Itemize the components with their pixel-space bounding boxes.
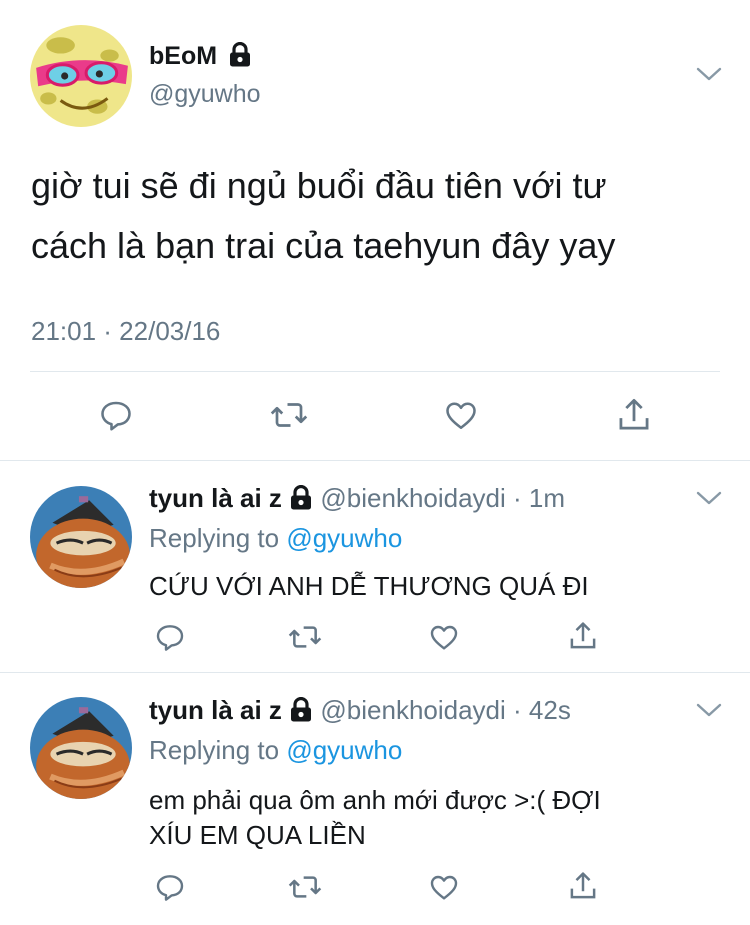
replying-to-link[interactable]: @gyuwho xyxy=(286,735,402,765)
handle[interactable]: @bienkhoidaydi xyxy=(320,695,505,725)
avatar[interactable] xyxy=(30,486,132,588)
share-icon xyxy=(570,872,596,899)
divider xyxy=(0,460,750,461)
retweet-button[interactable] xyxy=(268,397,310,433)
display-name[interactable]: tyun là ai z xyxy=(149,695,282,725)
like-button[interactable] xyxy=(442,397,480,433)
reply-button[interactable] xyxy=(154,621,186,653)
reply-time: · 1m xyxy=(513,483,566,513)
replying-to-label: Replying to xyxy=(149,523,280,553)
like-button[interactable] xyxy=(427,621,461,653)
reply-text-line-1: em phải qua ôm anh mới được >:( ĐỢI xyxy=(149,785,601,815)
avatar[interactable] xyxy=(30,25,132,127)
reply-text-line-2: XÍU EM QUA LIỀN xyxy=(149,820,366,850)
lock-icon xyxy=(230,42,250,67)
handle[interactable]: @bienkhoidaydi xyxy=(320,483,505,513)
share-icon xyxy=(570,622,596,649)
divider xyxy=(30,371,720,372)
share-button[interactable] xyxy=(567,619,599,653)
like-icon xyxy=(430,625,458,650)
chevron-down-icon[interactable] xyxy=(696,702,722,718)
chevron-down-icon[interactable] xyxy=(696,66,722,82)
divider xyxy=(0,672,750,673)
lock-icon xyxy=(291,485,312,510)
share-button[interactable] xyxy=(615,395,653,435)
share-button[interactable] xyxy=(567,869,599,903)
reply-icon xyxy=(156,875,184,901)
chevron-down-icon[interactable] xyxy=(696,490,722,506)
handle[interactable]: @gyuwho xyxy=(149,80,261,109)
like-icon xyxy=(430,875,458,900)
like-button[interactable] xyxy=(427,871,461,903)
tweet-text-line-2: cách là bạn trai của taehyun đây yay xyxy=(31,225,616,266)
lock-icon xyxy=(291,697,312,722)
display-name[interactable]: tyun là ai z xyxy=(149,483,282,513)
reply-icon xyxy=(101,401,131,431)
replying-to-label: Replying to xyxy=(149,735,280,765)
reply-time: · 42s xyxy=(513,695,571,725)
retweet-icon xyxy=(288,876,322,898)
spongebob-avatar-image xyxy=(30,25,132,127)
fish-avatar-image xyxy=(30,697,132,799)
share-icon xyxy=(619,399,649,430)
avatar[interactable] xyxy=(30,697,132,799)
retweet-icon xyxy=(288,626,322,648)
reply-text-line-1: CỨU VỚI ANH DỄ THƯƠNG QUÁ ĐI xyxy=(149,571,589,601)
retweet-button[interactable] xyxy=(286,871,324,903)
retweet-icon xyxy=(270,403,308,427)
reply-button[interactable] xyxy=(154,871,186,903)
fish-avatar-image xyxy=(30,486,132,588)
display-name[interactable]: bEoM xyxy=(149,42,217,70)
tweet-text-line-1: giờ tui sẽ đi ngủ buổi đầu tiên với tư xyxy=(31,165,607,206)
reply-icon xyxy=(156,625,184,651)
like-icon xyxy=(446,402,476,430)
replying-to-link[interactable]: @gyuwho xyxy=(286,523,402,553)
tweet-timestamp: 21:01 · 22/03/16 xyxy=(31,316,221,346)
reply-button[interactable] xyxy=(98,397,134,433)
retweet-button[interactable] xyxy=(286,621,324,653)
